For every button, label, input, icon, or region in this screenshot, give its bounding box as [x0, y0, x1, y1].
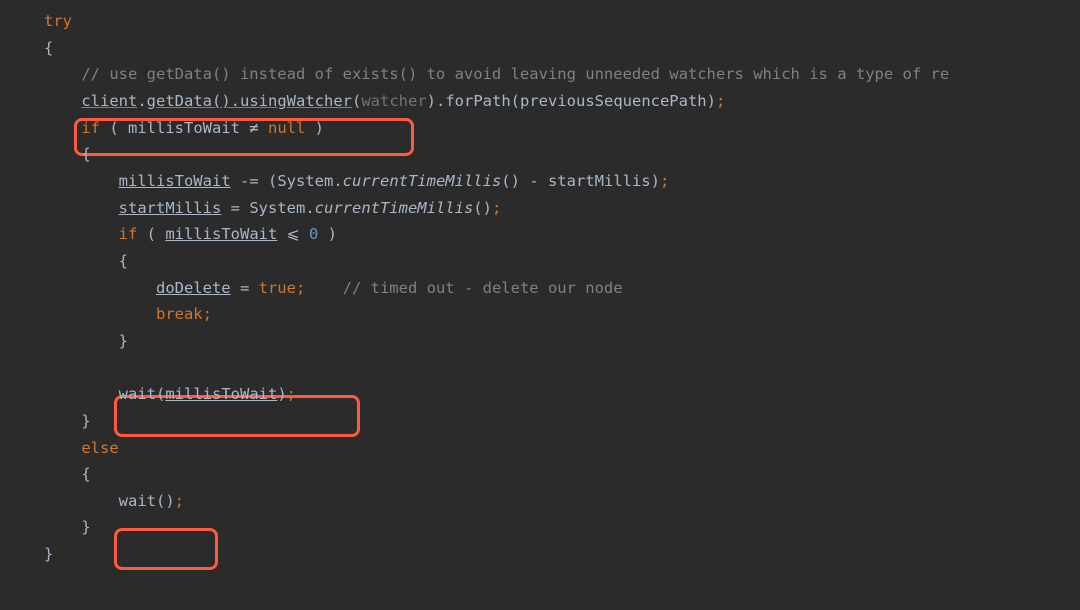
var-startMillis: startMillis — [548, 172, 651, 190]
code-line: } — [44, 328, 1080, 355]
param-watcher: watcher — [361, 92, 426, 110]
op-lte: ⩽ — [287, 221, 300, 248]
keyword-true: true — [259, 279, 296, 297]
keyword-break: break — [156, 305, 203, 323]
code-line: } — [44, 514, 1080, 541]
call-wait: wait — [119, 492, 156, 510]
call-getData: getData — [147, 92, 212, 110]
code-line: { — [44, 461, 1080, 488]
var-millisToWait: millisToWait — [165, 385, 277, 403]
code-line: if ( millisToWait ⩽ 0 ) — [44, 221, 1080, 248]
code-line: else — [44, 435, 1080, 462]
class-System: System — [249, 199, 305, 217]
code-line: if ( millisToWait ≠ null ) — [44, 115, 1080, 142]
comment: // timed out - delete our node — [343, 279, 623, 297]
code-line: { — [44, 141, 1080, 168]
var-startMillis: startMillis — [119, 199, 222, 217]
code-line: wait(millisToWait); — [44, 381, 1080, 408]
var-previousSequencePath: previousSequencePath — [520, 92, 707, 110]
brace-open: { — [81, 145, 90, 163]
call-wait: wait — [119, 385, 156, 403]
var-millisToWait: millisToWait — [128, 119, 240, 137]
code-line: } — [44, 408, 1080, 435]
code-line: break; — [44, 301, 1080, 328]
var-millisToWait: millisToWait — [119, 172, 231, 190]
comment: // use getData() instead of exists() to … — [81, 65, 949, 83]
var-client: client — [81, 92, 137, 110]
var-doDelete: doDelete — [156, 279, 231, 297]
keyword-null: null — [268, 119, 305, 137]
brace-open: { — [119, 252, 128, 270]
var-millisToWait: millisToWait — [165, 225, 277, 243]
class-System: System — [277, 172, 333, 190]
literal-zero: 0 — [309, 225, 318, 243]
code-line: startMillis = System.currentTimeMillis()… — [44, 195, 1080, 222]
code-line: doDelete = true; // timed out - delete o… — [44, 275, 1080, 302]
brace-close: } — [81, 412, 90, 430]
keyword-if: if — [119, 225, 138, 243]
code-line: millisToWait -= (System.currentTimeMilli… — [44, 168, 1080, 195]
code-line-empty — [44, 355, 1080, 382]
keyword-try: try — [44, 12, 72, 30]
code-line: try — [44, 8, 1080, 35]
code-line: // use getData() instead of exists() to … — [44, 61, 1080, 88]
call-currentTimeMillis: currentTimeMillis — [343, 172, 502, 190]
keyword-if: if — [81, 119, 100, 137]
brace-open: { — [81, 465, 90, 483]
brace-close: } — [81, 518, 90, 536]
brace-open: { — [44, 39, 53, 57]
code-line: client.getData().usingWatcher(watcher).f… — [44, 88, 1080, 115]
code-editor[interactable]: try { // use getData() instead of exists… — [44, 8, 1080, 568]
call-usingWatcher: usingWatcher — [240, 92, 352, 110]
code-line: { — [44, 35, 1080, 62]
brace-close: } — [44, 545, 53, 563]
call-forPath: forPath — [445, 92, 510, 110]
code-line: } — [44, 541, 1080, 568]
code-line: wait(); — [44, 488, 1080, 515]
call-currentTimeMillis: currentTimeMillis — [315, 199, 474, 217]
keyword-else: else — [81, 439, 118, 457]
op-neq: ≠ — [249, 115, 258, 142]
brace-close: } — [119, 332, 128, 350]
code-line: { — [44, 248, 1080, 275]
